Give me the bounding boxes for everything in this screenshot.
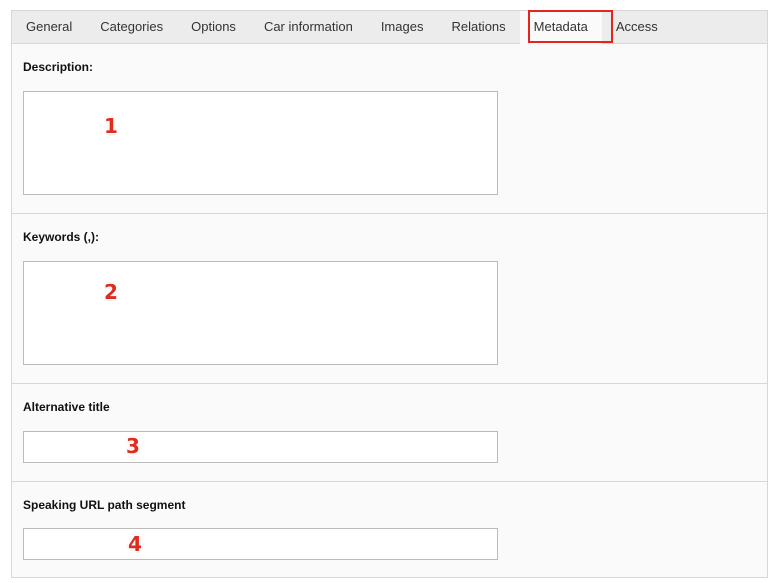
speaking-url-label: Speaking URL path segment [23, 498, 186, 512]
description-textarea[interactable] [23, 91, 498, 195]
tab-relations[interactable]: Relations [437, 11, 519, 43]
alternative-title-input[interactable] [23, 431, 498, 463]
description-label: Description: [23, 60, 94, 74]
keywords-textarea[interactable] [23, 261, 498, 365]
metadata-form-panel: General Categories Options Car informati… [11, 10, 768, 578]
tab-car-information[interactable]: Car information [250, 11, 367, 43]
description-section: Description: 1 [12, 44, 767, 214]
keywords-label: Keywords (,): [23, 230, 100, 244]
tab-categories[interactable]: Categories [86, 11, 177, 43]
tab-images[interactable]: Images [367, 11, 438, 43]
tab-access[interactable]: Access [602, 11, 672, 43]
keywords-section: Keywords (,): 2 [12, 214, 767, 384]
speaking-url-input[interactable] [23, 528, 498, 560]
tab-options[interactable]: Options [177, 11, 250, 43]
tab-bar: General Categories Options Car informati… [12, 11, 767, 44]
alternative-title-label: Alternative title [23, 400, 110, 414]
tab-general[interactable]: General [12, 11, 86, 43]
alternative-title-section: Alternative title 3 [12, 384, 767, 482]
speaking-url-section: Speaking URL path segment 4 [12, 482, 767, 578]
tab-metadata[interactable]: Metadata [519, 11, 602, 44]
